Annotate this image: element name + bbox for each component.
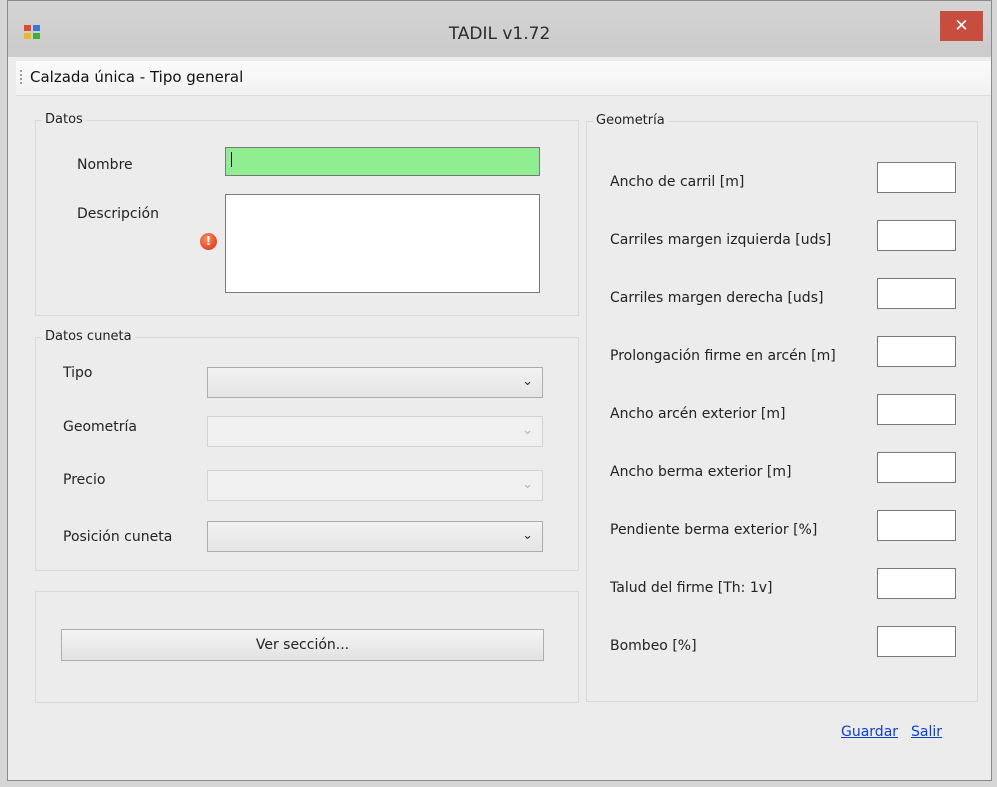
geometria-field-input[interactable] — [877, 626, 956, 657]
chevron-down-icon: ⌄ — [522, 374, 533, 389]
geometria-field-label: Ancho berma exterior [m] — [610, 464, 792, 480]
posicion-cuneta-label: Posición cuneta — [63, 529, 173, 545]
geometria-field-label: Carriles margen derecha [uds] — [610, 290, 824, 306]
geometria-field-label: Carriles margen izquierda [uds] — [610, 232, 832, 248]
close-icon: ✕ — [954, 16, 969, 36]
geometria-field-input[interactable] — [877, 452, 956, 483]
geometria-field-label: Ancho arcén exterior [m] — [610, 406, 786, 422]
precio-select: ⌄ — [207, 470, 543, 501]
datos-legend: Datos — [42, 112, 86, 127]
nombre-label: Nombre — [77, 157, 133, 173]
geometria-field-label: Bombeo [%] — [610, 638, 697, 654]
geometria-field-input[interactable] — [877, 394, 956, 425]
datos-cuneta-legend: Datos cuneta — [42, 329, 135, 344]
menu-grip — [20, 70, 22, 86]
close-button[interactable]: ✕ — [940, 11, 983, 41]
geometria-field-input[interactable] — [877, 220, 956, 251]
descripcion-textarea[interactable] — [225, 194, 540, 293]
ver-seccion-button[interactable]: Ver sección... — [61, 629, 544, 661]
geometria-field-label: Prolongación firme en arcén [m] — [610, 348, 836, 364]
tipo-select[interactable]: ⌄ — [207, 367, 543, 398]
tipo-label: Tipo — [63, 365, 93, 381]
descripcion-label: Descripción — [77, 206, 159, 222]
posicion-cuneta-select[interactable]: ⌄ — [207, 521, 543, 552]
title-bar: TADIL v1.72 ✕ — [8, 1, 991, 57]
main-window: TADIL v1.72 ✕ Calzada única - Tipo gener… — [7, 0, 992, 781]
chevron-down-icon: ⌄ — [522, 477, 533, 492]
geometria-field-input[interactable] — [877, 510, 956, 541]
window-title: TADIL v1.72 — [448, 24, 551, 44]
geometria-field-label: Talud del firme [Th: 1v] — [610, 580, 773, 596]
text-caret — [231, 152, 232, 167]
geometria-field-input[interactable] — [877, 162, 956, 193]
geometria-select: ⌄ — [207, 416, 543, 447]
error-icon: ! — [200, 233, 217, 250]
geometria-field-label: Pendiente berma exterior [%] — [610, 522, 818, 538]
chevron-down-icon: ⌄ — [522, 423, 533, 438]
nombre-input[interactable] — [225, 147, 540, 176]
geometria-field-input[interactable] — [877, 336, 956, 367]
salir-link[interactable]: Salir — [911, 724, 942, 740]
geometria-legend: Geometría — [593, 113, 668, 128]
geometria-cuneta-label: Geometría — [63, 419, 137, 435]
menu-bar: Calzada única - Tipo general — [16, 61, 991, 96]
guardar-link[interactable]: Guardar — [841, 724, 898, 740]
geometria-field-input[interactable] — [877, 568, 956, 599]
geometria-field-label: Ancho de carril [m] — [610, 174, 745, 190]
precio-label: Precio — [63, 472, 106, 488]
menu-item-calzada[interactable]: Calzada única - Tipo general — [30, 68, 243, 86]
chevron-down-icon: ⌄ — [522, 528, 533, 543]
geometria-field-input[interactable] — [877, 278, 956, 309]
